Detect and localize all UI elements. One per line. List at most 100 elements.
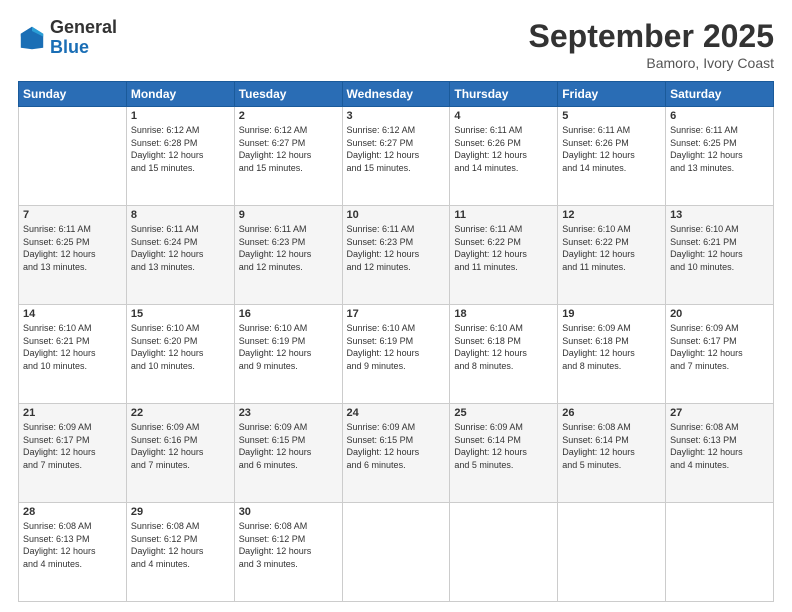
day-number: 17 bbox=[347, 308, 446, 320]
calendar-cell: 6 Sunrise: 6:11 AM Sunset: 6:25 PM Daylig… bbox=[666, 107, 774, 206]
day-number: 6 bbox=[670, 110, 769, 122]
weekday-header-monday: Monday bbox=[126, 82, 234, 107]
calendar-cell bbox=[450, 503, 558, 602]
page: General Blue September 2025 Bamoro, Ivor… bbox=[0, 0, 792, 612]
calendar-cell: 24Sunrise: 6:09 AM Sunset: 6:15 PM Dayli… bbox=[342, 404, 450, 503]
calendar-cell: 8 Sunrise: 6:11 AM Sunset: 6:24 PM Daylig… bbox=[126, 206, 234, 305]
day-number: 2 bbox=[239, 110, 338, 122]
calendar-cell: 3 Sunrise: 6:12 AM Sunset: 6:27 PM Daylig… bbox=[342, 107, 450, 206]
title-area: September 2025 Bamoro, Ivory Coast bbox=[529, 18, 774, 71]
weekday-header-sunday: Sunday bbox=[19, 82, 127, 107]
logo-text: General Blue bbox=[50, 18, 117, 58]
day-info: Sunrise: 6:08 AM Sunset: 6:13 PM Dayligh… bbox=[23, 520, 122, 570]
day-number: 9 bbox=[239, 209, 338, 221]
calendar-cell: 26 Sunrise: 6:08 AM Sunset: 6:14 PM Dayli… bbox=[558, 404, 666, 503]
calendar-cell: 15Sunrise: 6:10 AM Sunset: 6:20 PM Dayli… bbox=[126, 305, 234, 404]
day-info: Sunrise: 6:10 AM Sunset: 6:19 PM Dayligh… bbox=[239, 322, 338, 372]
calendar-cell: 19 Sunrise: 6:09 AM Sunset: 6:18 PM Dayli… bbox=[558, 305, 666, 404]
calendar-cell: 11Sunrise: 6:11 AM Sunset: 6:22 PM Dayli… bbox=[450, 206, 558, 305]
day-info: Sunrise: 6:11 AM Sunset: 6:24 PM Dayligh… bbox=[131, 223, 230, 273]
day-info: Sunrise: 6:09 AM Sunset: 6:16 PM Dayligh… bbox=[131, 421, 230, 471]
calendar-cell: 16 Sunrise: 6:10 AM Sunset: 6:19 PM Dayli… bbox=[234, 305, 342, 404]
day-info: Sunrise: 6:11 AM Sunset: 6:25 PM Dayligh… bbox=[23, 223, 122, 273]
day-info: Sunrise: 6:09 AM Sunset: 6:15 PM Dayligh… bbox=[239, 421, 338, 471]
weekday-header-row: SundayMondayTuesdayWednesdayThursdayFrid… bbox=[19, 82, 774, 107]
week-row-5: 28 Sunrise: 6:08 AM Sunset: 6:13 PM Dayli… bbox=[19, 503, 774, 602]
day-number: 22 bbox=[131, 407, 230, 419]
calendar-cell: 29 Sunrise: 6:08 AM Sunset: 6:12 PM Dayli… bbox=[126, 503, 234, 602]
day-number: 20 bbox=[670, 308, 769, 320]
week-row-3: 14 Sunrise: 6:10 AM Sunset: 6:21 PM Dayli… bbox=[19, 305, 774, 404]
day-number: 30 bbox=[239, 506, 338, 518]
calendar-cell: 9 Sunrise: 6:11 AM Sunset: 6:23 PM Daylig… bbox=[234, 206, 342, 305]
day-number: 23 bbox=[239, 407, 338, 419]
day-info: Sunrise: 6:10 AM Sunset: 6:22 PM Dayligh… bbox=[562, 223, 661, 273]
day-number: 15 bbox=[131, 308, 230, 320]
day-number: 26 bbox=[562, 407, 661, 419]
day-info: Sunrise: 6:11 AM Sunset: 6:22 PM Dayligh… bbox=[454, 223, 553, 273]
day-number: 19 bbox=[562, 308, 661, 320]
day-number: 13 bbox=[670, 209, 769, 221]
calendar-cell: 2Sunrise: 6:12 AM Sunset: 6:27 PM Daylig… bbox=[234, 107, 342, 206]
calendar-cell: 14 Sunrise: 6:10 AM Sunset: 6:21 PM Dayli… bbox=[19, 305, 127, 404]
calendar-cell bbox=[19, 107, 127, 206]
calendar-cell: 7Sunrise: 6:11 AM Sunset: 6:25 PM Daylig… bbox=[19, 206, 127, 305]
calendar-cell: 17 Sunrise: 6:10 AM Sunset: 6:19 PM Dayli… bbox=[342, 305, 450, 404]
calendar-cell: 10 Sunrise: 6:11 AM Sunset: 6:23 PM Dayli… bbox=[342, 206, 450, 305]
day-number: 25 bbox=[454, 407, 553, 419]
day-number: 18 bbox=[454, 308, 553, 320]
location: Bamoro, Ivory Coast bbox=[529, 55, 774, 71]
weekday-header-friday: Friday bbox=[558, 82, 666, 107]
day-number: 4 bbox=[454, 110, 553, 122]
day-info: Sunrise: 6:09 AM Sunset: 6:17 PM Dayligh… bbox=[23, 421, 122, 471]
calendar-cell: 30Sunrise: 6:08 AM Sunset: 6:12 PM Dayli… bbox=[234, 503, 342, 602]
week-row-1: 1 Sunrise: 6:12 AM Sunset: 6:28 PM Daylig… bbox=[19, 107, 774, 206]
calendar-cell: 28 Sunrise: 6:08 AM Sunset: 6:13 PM Dayli… bbox=[19, 503, 127, 602]
day-number: 27 bbox=[670, 407, 769, 419]
day-number: 28 bbox=[23, 506, 122, 518]
calendar-cell bbox=[558, 503, 666, 602]
day-number: 29 bbox=[131, 506, 230, 518]
day-info: Sunrise: 6:12 AM Sunset: 6:27 PM Dayligh… bbox=[347, 124, 446, 174]
day-info: Sunrise: 6:11 AM Sunset: 6:23 PM Dayligh… bbox=[239, 223, 338, 273]
day-number: 10 bbox=[347, 209, 446, 221]
day-info: Sunrise: 6:08 AM Sunset: 6:12 PM Dayligh… bbox=[131, 520, 230, 570]
day-info: Sunrise: 6:09 AM Sunset: 6:14 PM Dayligh… bbox=[454, 421, 553, 471]
logo-icon bbox=[18, 24, 46, 52]
calendar-cell: 25 Sunrise: 6:09 AM Sunset: 6:14 PM Dayli… bbox=[450, 404, 558, 503]
day-number: 3 bbox=[347, 110, 446, 122]
calendar-cell bbox=[666, 503, 774, 602]
calendar-cell: 13Sunrise: 6:10 AM Sunset: 6:21 PM Dayli… bbox=[666, 206, 774, 305]
day-info: Sunrise: 6:11 AM Sunset: 6:23 PM Dayligh… bbox=[347, 223, 446, 273]
calendar-cell: 21Sunrise: 6:09 AM Sunset: 6:17 PM Dayli… bbox=[19, 404, 127, 503]
weekday-header-saturday: Saturday bbox=[666, 82, 774, 107]
calendar-cell: 1 Sunrise: 6:12 AM Sunset: 6:28 PM Daylig… bbox=[126, 107, 234, 206]
week-row-2: 7Sunrise: 6:11 AM Sunset: 6:25 PM Daylig… bbox=[19, 206, 774, 305]
calendar-table: SundayMondayTuesdayWednesdayThursdayFrid… bbox=[18, 81, 774, 602]
day-number: 12 bbox=[562, 209, 661, 221]
calendar-cell: 27Sunrise: 6:08 AM Sunset: 6:13 PM Dayli… bbox=[666, 404, 774, 503]
day-info: Sunrise: 6:12 AM Sunset: 6:28 PM Dayligh… bbox=[131, 124, 230, 174]
calendar-cell: 23 Sunrise: 6:09 AM Sunset: 6:15 PM Dayli… bbox=[234, 404, 342, 503]
day-info: Sunrise: 6:09 AM Sunset: 6:15 PM Dayligh… bbox=[347, 421, 446, 471]
day-number: 1 bbox=[131, 110, 230, 122]
week-row-4: 21Sunrise: 6:09 AM Sunset: 6:17 PM Dayli… bbox=[19, 404, 774, 503]
day-info: Sunrise: 6:09 AM Sunset: 6:18 PM Dayligh… bbox=[562, 322, 661, 372]
day-number: 16 bbox=[239, 308, 338, 320]
day-info: Sunrise: 6:08 AM Sunset: 6:14 PM Dayligh… bbox=[562, 421, 661, 471]
header: General Blue September 2025 Bamoro, Ivor… bbox=[18, 18, 774, 71]
day-info: Sunrise: 6:11 AM Sunset: 6:26 PM Dayligh… bbox=[562, 124, 661, 174]
day-info: Sunrise: 6:10 AM Sunset: 6:21 PM Dayligh… bbox=[23, 322, 122, 372]
day-info: Sunrise: 6:10 AM Sunset: 6:19 PM Dayligh… bbox=[347, 322, 446, 372]
calendar-cell: 22 Sunrise: 6:09 AM Sunset: 6:16 PM Dayli… bbox=[126, 404, 234, 503]
day-number: 8 bbox=[131, 209, 230, 221]
logo: General Blue bbox=[18, 18, 117, 58]
day-number: 14 bbox=[23, 308, 122, 320]
day-info: Sunrise: 6:09 AM Sunset: 6:17 PM Dayligh… bbox=[670, 322, 769, 372]
day-info: Sunrise: 6:10 AM Sunset: 6:18 PM Dayligh… bbox=[454, 322, 553, 372]
calendar-cell: 4Sunrise: 6:11 AM Sunset: 6:26 PM Daylig… bbox=[450, 107, 558, 206]
day-info: Sunrise: 6:11 AM Sunset: 6:25 PM Dayligh… bbox=[670, 124, 769, 174]
calendar-cell bbox=[342, 503, 450, 602]
calendar-cell: 20 Sunrise: 6:09 AM Sunset: 6:17 PM Dayli… bbox=[666, 305, 774, 404]
weekday-header-thursday: Thursday bbox=[450, 82, 558, 107]
